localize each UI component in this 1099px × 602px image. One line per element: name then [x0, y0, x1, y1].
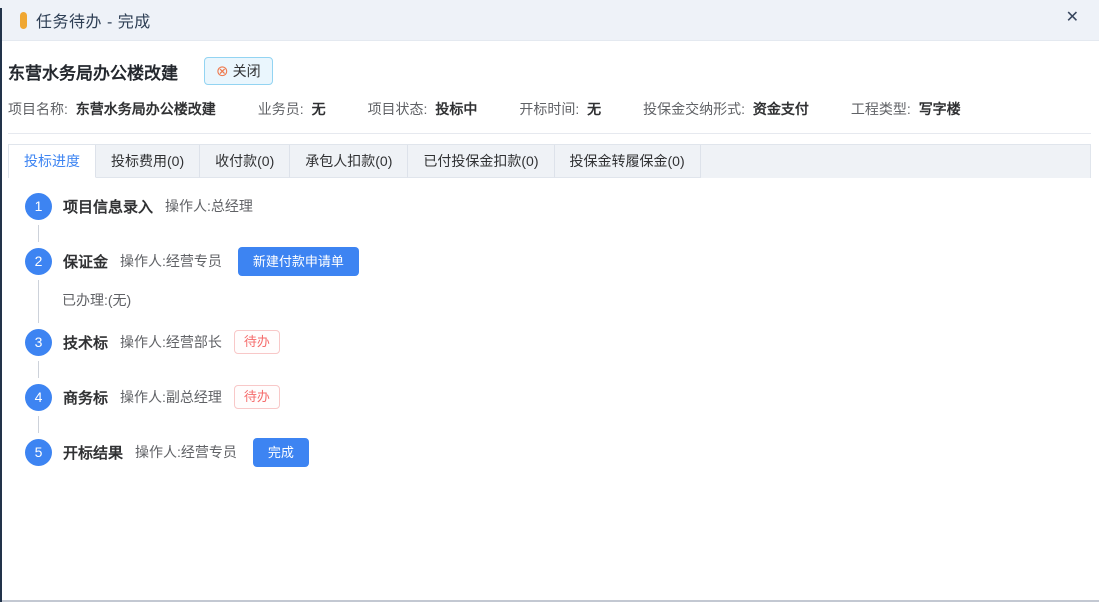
close-task-button[interactable]: ⊗ 关闭 [204, 57, 273, 85]
step-item: 5 开标结果 操作人:经营专员 完成 [25, 438, 1099, 466]
info-value: 东营水务局办公楼改建 [76, 101, 216, 117]
divider [8, 133, 1091, 134]
tab[interactable]: 投标费用(0) [96, 145, 200, 178]
connector-line [38, 225, 39, 242]
step-title: 保证金 [63, 251, 108, 272]
info-label: 业务员: [258, 101, 304, 117]
app-left-edge [0, 8, 2, 602]
step-connector: 已办理:(无) [25, 280, 1099, 323]
step-item: 4 商务标 操作人:副总经理 待办 [25, 383, 1099, 433]
step-operator: 操作人:经营专员 [135, 442, 237, 462]
info-value: 资金支付 [753, 101, 809, 117]
todo-status-badge: 待办 [234, 385, 280, 409]
step-connector [25, 361, 1099, 378]
step-number-badge: 1 [25, 193, 52, 220]
info-item: 开标时间: 无 [519, 99, 601, 119]
project-title: 东营水务局办公楼改建 [8, 59, 178, 84]
info-label: 项目名称: [8, 101, 68, 117]
dialog-title: 任务待办 - 完成 [36, 8, 151, 32]
accent-bar-icon [20, 12, 27, 29]
connector-line [38, 361, 39, 378]
info-value: 投标中 [435, 101, 477, 117]
project-info-row: 项目名称: 东营水务局办公楼改建 业务员: 无 项目状态: 投标中 开标时间: … [0, 95, 1099, 133]
step-item: 2 保证金 操作人:经营专员 新建付款申请单 已办理:(无) [25, 247, 1099, 323]
info-value: 无 [587, 101, 601, 117]
step-head: 4 商务标 操作人:副总经理 待办 [25, 383, 1099, 411]
info-item: 项目状态: 投标中 [368, 99, 478, 119]
close-task-button-label: 关闭 [233, 61, 261, 81]
step-head: 3 技术标 操作人:经营部长 待办 [25, 328, 1099, 356]
tab[interactable]: 收付款(0) [200, 145, 290, 178]
step-number-badge: 4 [25, 384, 52, 411]
info-label: 项目状态: [368, 101, 428, 117]
info-value: 无 [312, 101, 326, 117]
info-item: 工程类型: 写字楼 [851, 99, 961, 119]
connector-line [38, 280, 39, 323]
tab[interactable]: 承包人扣款(0) [290, 145, 408, 178]
project-title-row: 东营水务局办公楼改建 ⊗ 关闭 [0, 41, 1099, 95]
step-operator: 操作人:经营部长 [120, 332, 222, 352]
step-action-button[interactable]: 新建付款申请单 [238, 247, 359, 276]
step-connector [25, 225, 1099, 242]
close-icon[interactable]: ✕ [1066, 10, 1079, 26]
tab[interactable]: 投保金转履保金(0) [555, 145, 701, 178]
circled-x-icon: ⊗ [216, 64, 229, 79]
step-head: 5 开标结果 操作人:经营专员 完成 [25, 438, 1099, 466]
step-item: 1 项目信息录入 操作人:总经理 [25, 192, 1099, 242]
step-operator: 操作人:经营专员 [120, 251, 222, 271]
todo-status-badge: 待办 [234, 330, 280, 354]
step-item: 3 技术标 操作人:经营部长 待办 [25, 328, 1099, 378]
step-title: 开标结果 [63, 442, 123, 463]
info-value: 写字楼 [919, 101, 961, 117]
tab[interactable]: 投标进度 [9, 145, 96, 178]
step-title: 技术标 [63, 332, 108, 353]
tab[interactable]: 已付投保金扣款(0) [408, 145, 554, 178]
step-operator: 操作人:副总经理 [120, 387, 222, 407]
step-title: 商务标 [63, 387, 108, 408]
info-label: 开标时间: [519, 101, 579, 117]
info-item: 投保金交纳形式: 资金支付 [643, 99, 809, 119]
connector-line [38, 416, 39, 433]
step-number-badge: 2 [25, 248, 52, 275]
step-operator: 操作人:总经理 [165, 196, 253, 216]
step-head: 1 项目信息录入 操作人:总经理 [25, 192, 1099, 220]
info-item: 项目名称: 东营水务局办公楼改建 [8, 99, 216, 119]
step-number-badge: 5 [25, 439, 52, 466]
step-head: 2 保证金 操作人:经营专员 新建付款申请单 [25, 247, 1099, 275]
step-action-button[interactable]: 完成 [253, 438, 309, 467]
step-note: 已办理:(无) [62, 280, 131, 323]
dialog-header: 任务待办 - 完成 ✕ [0, 0, 1099, 41]
tab-bar: 投标进度 投标费用(0) 收付款(0) 承包人扣款(0) 已付投保金扣款(0) … [8, 144, 1091, 178]
info-label: 工程类型: [851, 101, 911, 117]
step-title: 项目信息录入 [63, 196, 153, 217]
info-item: 业务员: 无 [258, 99, 326, 119]
step-connector [25, 416, 1099, 433]
bid-progress-steps: 1 项目信息录入 操作人:总经理 2 保证金 操作人:经营专员 新建付款申请单 [0, 178, 1099, 466]
info-label: 投保金交纳形式: [643, 101, 745, 117]
step-number-badge: 3 [25, 329, 52, 356]
